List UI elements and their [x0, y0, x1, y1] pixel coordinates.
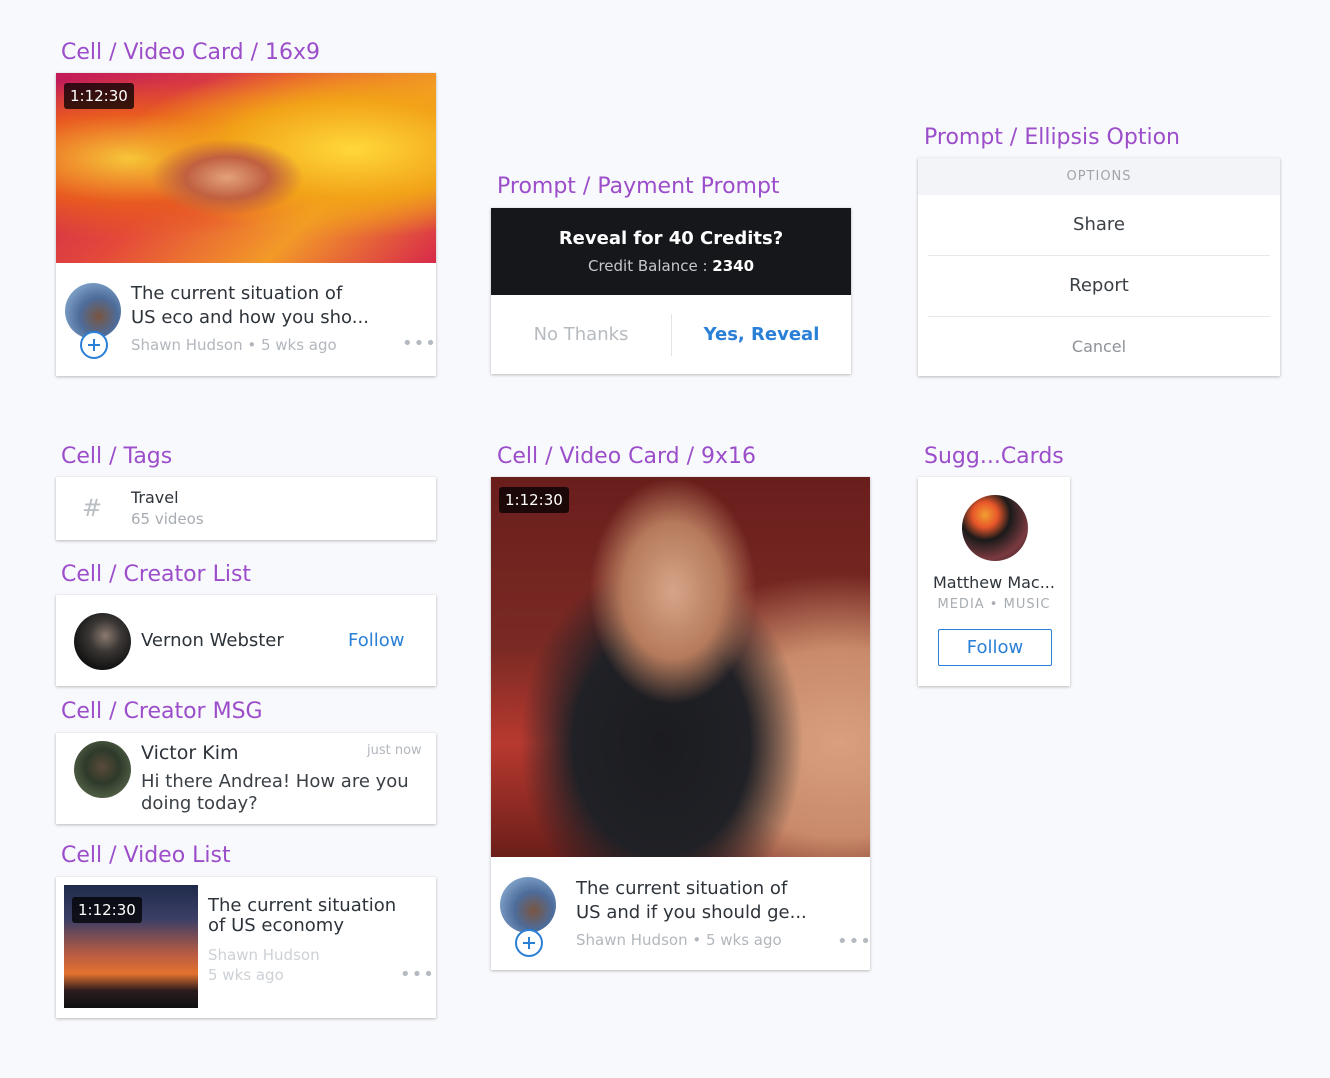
video-time: 5 wks ago: [208, 966, 284, 984]
section-label-ellipsis-option: Prompt / Ellipsis Option: [924, 125, 1180, 150]
creator-name: Vernon Webster: [141, 630, 284, 651]
video-title-line1: The current situation of: [576, 878, 788, 899]
duration-badge: 1:12:30: [64, 83, 134, 109]
video-title-line2: US eco and how you sho...: [131, 307, 369, 328]
tag-count: 65 videos: [131, 510, 204, 528]
credit-balance: Credit Balance : 2340: [491, 257, 851, 275]
section-label-tags: Cell / Tags: [61, 444, 173, 469]
avatar[interactable]: [962, 495, 1028, 561]
section-label-creator-list: Cell / Creator List: [61, 562, 252, 587]
add-icon[interactable]: [515, 929, 543, 957]
message-text-line1: Hi there Andrea! How are you: [141, 771, 409, 792]
avatar[interactable]: [74, 741, 131, 798]
payment-prompt: Reveal for 40 Credits? Credit Balance : …: [491, 208, 851, 374]
video-card-16x9[interactable]: 1:12:30 The current situation of US eco …: [56, 73, 436, 376]
section-label-video-card-9x16: Cell / Video Card / 9x16: [497, 444, 757, 469]
ellipsis-options-prompt: OPTIONS Share Report Cancel: [918, 158, 1280, 376]
video-author: Shawn Hudson: [208, 946, 320, 964]
tag-name: Travel: [131, 488, 179, 507]
yes-reveal-button[interactable]: Yes, Reveal: [672, 295, 851, 374]
credit-balance-label: Credit Balance :: [587, 257, 708, 275]
follow-button[interactable]: Follow: [348, 630, 404, 651]
follow-button[interactable]: Follow: [938, 629, 1052, 666]
avatar[interactable]: [500, 877, 556, 933]
sender-name: Victor Kim: [141, 742, 239, 764]
add-icon[interactable]: [80, 331, 108, 359]
video-title-line2: US and if you should ge...: [576, 902, 807, 923]
video-thumbnail[interactable]: [491, 477, 870, 857]
more-options-icon[interactable]: •••: [837, 933, 870, 951]
share-option[interactable]: Share: [918, 195, 1280, 255]
creator-msg-cell[interactable]: Victor Kim just now Hi there Andrea! How…: [56, 733, 436, 824]
video-list-cell[interactable]: 1:12:30 The current situation of US econ…: [56, 877, 436, 1018]
message-text-line2: doing today?: [141, 793, 258, 814]
creator-list-cell[interactable]: Vernon Webster Follow: [56, 595, 436, 686]
hashtag-icon: #: [82, 494, 103, 522]
prompt-header: Reveal for 40 Credits? Credit Balance : …: [491, 208, 851, 295]
duration-badge: 1:12:30: [72, 897, 142, 923]
section-label-suggested-cards: Sugg...Cards: [924, 444, 1064, 469]
section-label-video-list: Cell / Video List: [61, 843, 231, 868]
creator-category: MEDIA • MUSIC: [937, 597, 1051, 612]
creator-name: Matthew Mac...: [933, 573, 1055, 592]
more-options-icon[interactable]: •••: [400, 966, 435, 984]
duration-badge: 1:12:30: [499, 487, 569, 513]
credit-balance-value: 2340: [712, 257, 755, 275]
video-title-line2: of US economy: [208, 915, 344, 936]
cancel-option[interactable]: Cancel: [918, 317, 1280, 376]
message-time: just now: [367, 743, 422, 758]
video-card-9x16[interactable]: 1:12:30 The current situation of US and …: [491, 477, 870, 970]
tag-cell[interactable]: # Travel 65 videos: [56, 477, 436, 540]
video-title-line1: The current situation of: [131, 283, 343, 304]
no-thanks-button[interactable]: No Thanks: [491, 295, 671, 374]
section-label-video-card-16x9: Cell / Video Card / 16x9: [61, 40, 321, 65]
video-meta: Shawn Hudson • 5 wks ago: [576, 931, 782, 949]
video-meta: Shawn Hudson • 5 wks ago: [131, 336, 337, 354]
report-option[interactable]: Report: [918, 256, 1280, 316]
more-options-icon[interactable]: •••: [402, 335, 436, 353]
avatar[interactable]: [74, 613, 131, 670]
prompt-title: Reveal for 40 Credits?: [558, 228, 784, 249]
section-label-creator-msg: Cell / Creator MSG: [61, 699, 263, 724]
video-title-line1: The current situation: [208, 895, 397, 916]
options-header: OPTIONS: [918, 158, 1280, 195]
suggested-creator-card[interactable]: Matthew Mac... MEDIA • MUSIC Follow: [918, 477, 1070, 686]
section-label-payment-prompt: Prompt / Payment Prompt: [497, 174, 780, 199]
